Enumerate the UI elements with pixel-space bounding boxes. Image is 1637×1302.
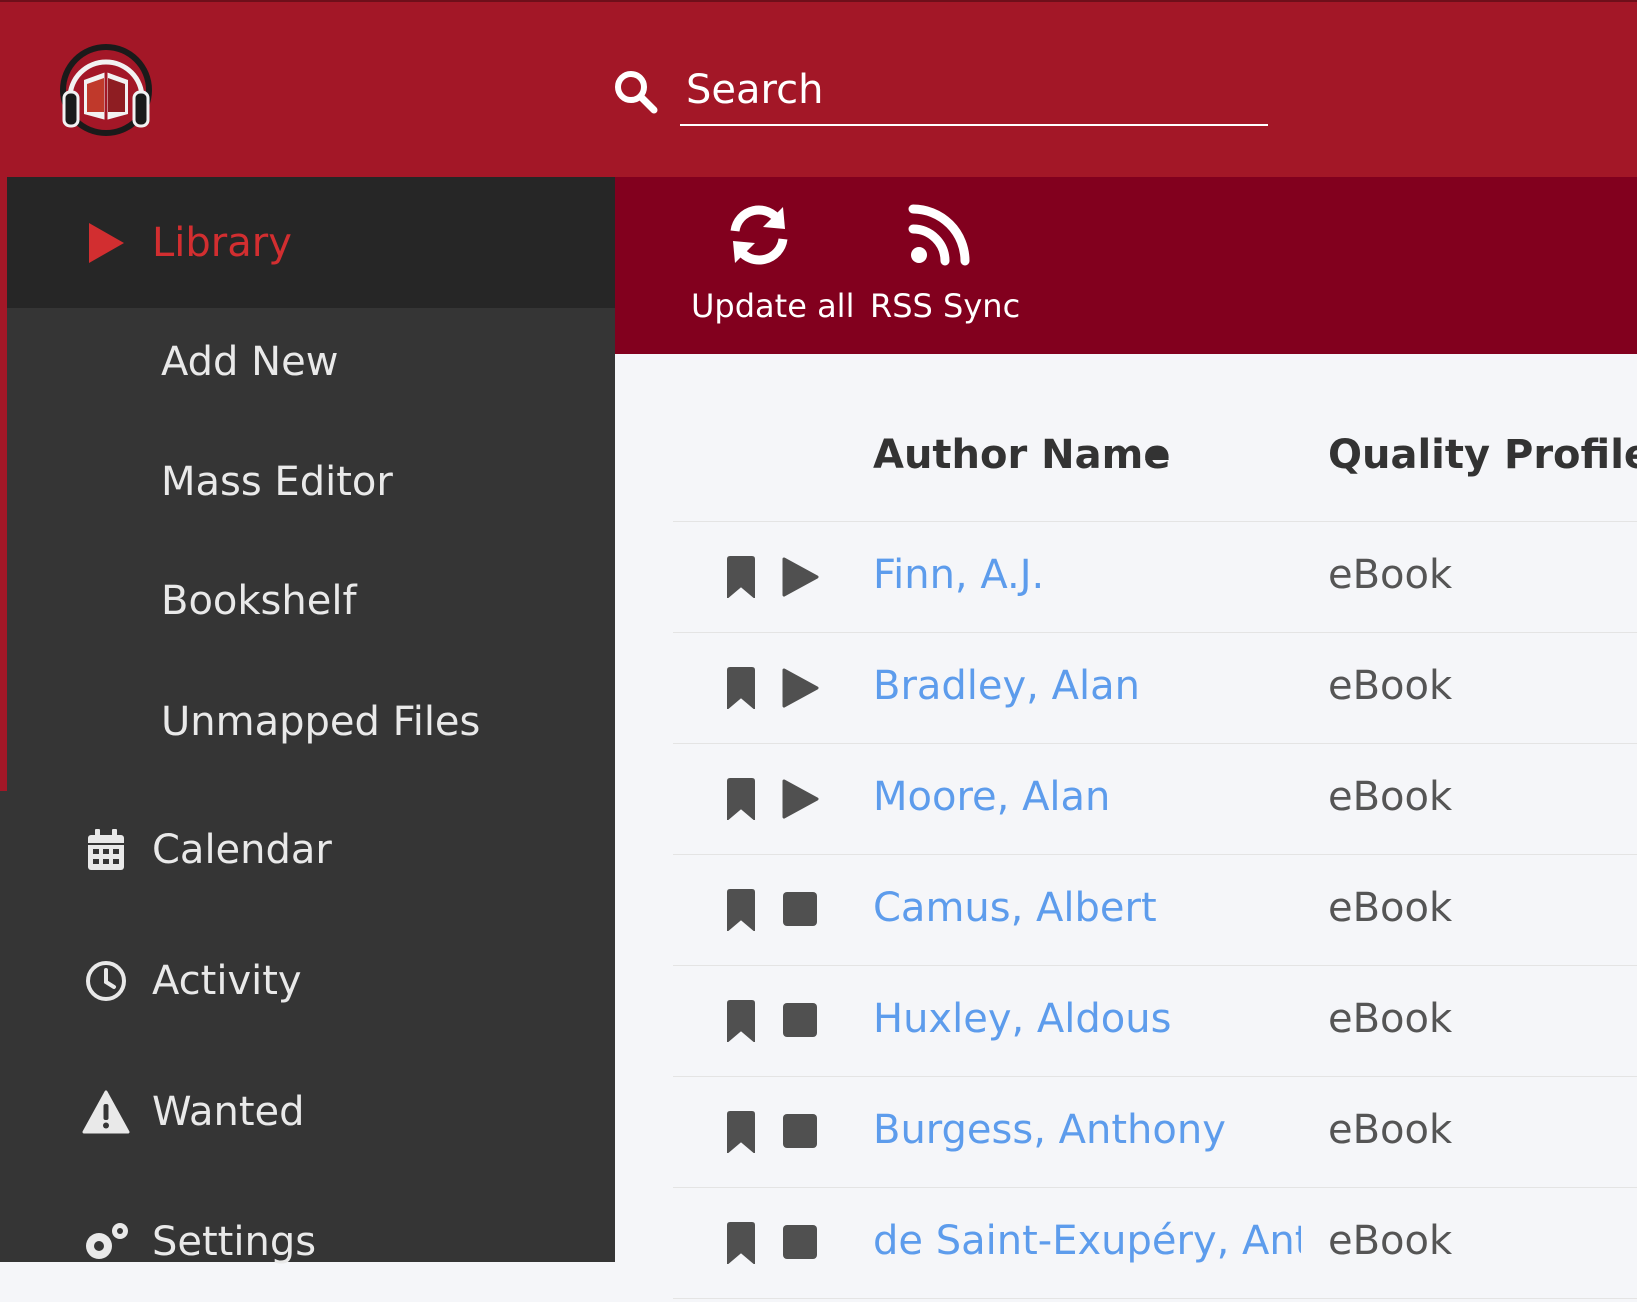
sidebar-item-bookshelf[interactable]: Bookshelf [7, 541, 615, 661]
sort-ascending-icon [1145, 446, 1169, 460]
quality-profile-cell: eBook [1328, 1107, 1453, 1153]
page-toolbar: Update all RSS Sync [615, 177, 1637, 354]
sidebar-item-add-new[interactable]: Add New [7, 302, 615, 422]
quality-profile-cell: eBook [1328, 1218, 1453, 1264]
ended-stop-icon [783, 1225, 817, 1259]
refresh-icon [730, 205, 788, 265]
continuing-play-icon [782, 779, 819, 819]
author-name-link[interactable]: Huxley, Aldous [873, 996, 1301, 1042]
sidebar-item-mass-editor[interactable]: Mass Editor [7, 422, 615, 542]
search-input[interactable] [680, 56, 1280, 124]
rss-icon [908, 204, 970, 266]
quality-profile-cell: eBook [1328, 996, 1453, 1042]
page-header [0, 0, 1637, 177]
update-all-button[interactable]: Update all [685, 177, 854, 354]
ended-stop-icon [783, 1003, 817, 1037]
monitored-bookmark-icon[interactable] [725, 556, 757, 598]
search-field [680, 56, 1280, 126]
table-row: Camus, Albert eBook [673, 855, 1637, 966]
quality-profile-cell: eBook [1328, 663, 1453, 709]
sidebar-item-label: Unmapped Files [161, 699, 481, 745]
rss-sync-label: RSS Sync [870, 287, 1021, 325]
ended-stop-icon [783, 1114, 817, 1148]
author-name-link[interactable]: Moore, Alan [873, 774, 1301, 820]
monitored-bookmark-icon[interactable] [725, 1222, 757, 1264]
sidebar-item-settings[interactable]: Settings [7, 1182, 615, 1302]
author-name-link[interactable]: Camus, Albert [873, 885, 1301, 931]
monitored-bookmark-icon[interactable] [725, 667, 757, 709]
table-row: Finn, A.J. eBook [673, 522, 1637, 633]
warning-icon [81, 1087, 131, 1137]
sidebar-item-label: Settings [152, 1219, 317, 1265]
sidebar-item-label: Bookshelf [161, 578, 357, 624]
sidebar-item-label: Mass Editor [161, 459, 393, 505]
column-header-author-name[interactable]: Author Name [873, 432, 1170, 478]
monitored-bookmark-icon[interactable] [725, 889, 757, 931]
sidebar-item-label: Library [152, 219, 292, 266]
sidebar-item-label: Wanted [152, 1089, 305, 1135]
sidebar-item-label: Calendar [152, 827, 332, 873]
calendar-icon [81, 825, 131, 875]
play-icon [81, 218, 131, 268]
author-name-link[interactable]: Finn, A.J. [873, 552, 1301, 598]
table-row: Bradley, Alan eBook [673, 633, 1637, 744]
update-all-label: Update all [691, 287, 855, 325]
rss-sync-button[interactable]: RSS Sync [870, 177, 1020, 354]
sidebar: Library Add New Mass Editor Bookshelf Un… [0, 177, 615, 1265]
quality-profile-cell: eBook [1328, 774, 1453, 820]
quality-profile-cell: eBook [1328, 885, 1453, 931]
author-name-link[interactable]: Burgess, Anthony [873, 1107, 1301, 1153]
author-index: Author Name Quality Profile Finn, A.J. eB… [615, 354, 1637, 1299]
sidebar-item-activity[interactable]: Activity [7, 921, 615, 1041]
sidebar-item-unmapped-files[interactable]: Unmapped Files [7, 662, 615, 782]
continuing-play-icon [782, 668, 819, 708]
column-header-quality-profile[interactable]: Quality Profile [1328, 432, 1637, 478]
table-row: de Saint-Exupéry, Antoir eBook [673, 1188, 1637, 1299]
author-name-link[interactable]: Bradley, Alan [873, 663, 1301, 709]
table-row: Burgess, Anthony eBook [673, 1077, 1637, 1188]
sidebar-item-library[interactable]: Library [7, 177, 615, 308]
table-row: Huxley, Aldous eBook [673, 966, 1637, 1077]
monitored-bookmark-icon[interactable] [725, 1111, 757, 1153]
sidebar-item-label: Add New [161, 339, 339, 385]
gears-icon [81, 1217, 131, 1267]
monitored-bookmark-icon[interactable] [725, 1000, 757, 1042]
search-icon [615, 71, 658, 114]
sidebar-item-label: Activity [152, 958, 302, 1004]
clock-icon [81, 956, 131, 1006]
sidebar-item-wanted[interactable]: Wanted [7, 1052, 615, 1172]
continuing-play-icon [782, 557, 819, 597]
monitored-bookmark-icon[interactable] [725, 778, 757, 820]
ended-stop-icon [783, 892, 817, 926]
sidebar-active-section-indicator [0, 177, 7, 791]
quality-profile-cell: eBook [1328, 552, 1453, 598]
sidebar-item-calendar[interactable]: Calendar [7, 790, 615, 910]
table-row: Moore, Alan eBook [673, 744, 1637, 855]
readarr-logo-icon[interactable] [56, 40, 156, 140]
author-name-link[interactable]: de Saint-Exupéry, Antoir [873, 1218, 1301, 1264]
